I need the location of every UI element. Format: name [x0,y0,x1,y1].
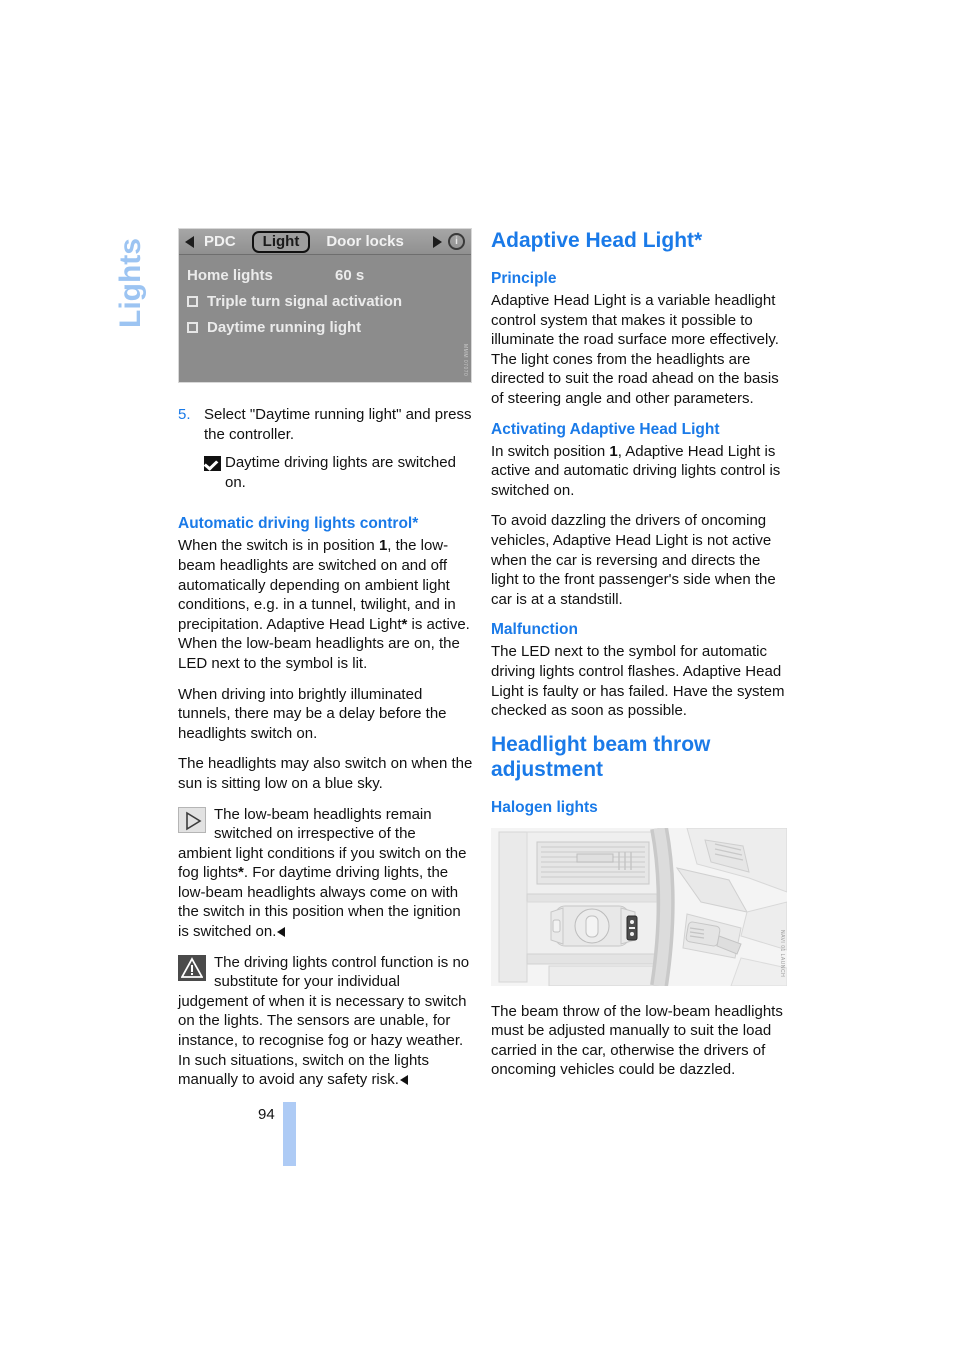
idrive-row-home-lights-value: 60 s [335,266,365,284]
step-result-text: Daytime driving lights are switched on. [225,454,456,491]
idrive-row-triple-turn-signal-label: Triple turn signal activation [207,292,403,310]
page-title-adaptive-head-light: Adaptive Head Light* [491,229,703,252]
beam-title-line1: Headlight beam throw [491,732,711,756]
page-number: 94 [258,1106,275,1123]
paragraph-beam-throw: The beam throw of the low-beam headlight… [491,1002,783,1079]
para-text-a: When the switch is in position [178,537,379,555]
idrive-screen-figure: PDC Light Door locks i Home lights 60 s … [178,228,472,383]
image-credit: MMM 07070 [462,343,468,376]
step-result: Daytime driving lights are switched on. [204,453,473,492]
dashboard-light-switch-illustration: NAVI 01 LAUNCH [491,827,787,986]
paragraph-activating-2: To avoid dazzling the drivers of oncomin… [491,512,776,608]
page-marker-bar [283,1102,296,1166]
idrive-nav-pdc[interactable]: PDC [204,233,236,250]
beam-title-line2: adjustment [491,757,604,781]
idrive-nav-bar: PDC Light Door locks i [179,229,471,255]
idrive-nav-light-selected[interactable]: Light [251,230,311,253]
warning-block: The driving lights control function is n… [178,953,473,1090]
idrive-row-daytime-running-light[interactable]: Daytime running light [187,314,471,340]
manual-page: Lights PDC Light Door locks i Home light… [0,0,954,1351]
heading-halogen-lights: Halogen lights [491,798,598,816]
idrive-menu-list: Home lights 60 s Triple turn signal acti… [179,255,471,340]
chapter-tab-label: Lights [114,238,147,328]
paragraph-principle: Adaptive Head Light is a variable headli… [491,292,779,407]
heading-automatic-driving-lights-control: Automatic driving lights control* [178,515,419,533]
paragraph-activating-1: In switch position 1, Adaptive Head Ligh… [491,442,787,501]
end-marker-icon [277,927,286,938]
idrive-nav-door-locks[interactable]: Door locks [326,233,404,250]
checkbox-icon[interactable] [187,295,198,307]
checkbox-checked-icon [204,456,221,472]
warning-text: The driving lights control function is n… [178,953,470,1089]
info-icon[interactable]: i [448,233,465,250]
chapter-tab: Lights [96,214,166,354]
left-column: PDC Light Door locks i Home lights 60 s … [178,228,473,1101]
warning-triangle-icon [178,954,206,981]
idrive-row-daytime-running-light-label: Daytime running light [207,318,362,336]
right-arrow-icon[interactable] [433,235,442,248]
heading-activating-adaptive-head-light: Activating Adaptive Head Light [491,420,720,438]
note-block: The low-beam headlights remain switched … [178,805,473,942]
checkbox-icon[interactable] [187,321,198,333]
activating-text-a: In switch position [491,442,610,460]
paragraph-malfunction: The LED next to the symbol for automatic… [491,643,785,720]
idrive-row-triple-turn-signal[interactable]: Triple turn signal activation [187,288,471,314]
left-arrow-icon[interactable] [185,235,194,248]
heading-malfunction: Malfunction [491,621,578,639]
paragraph-low-sun: The headlights may also switch on when t… [178,755,473,792]
end-marker-icon [399,1075,408,1086]
switch-position-value: 1 [609,442,618,460]
page-title-headlight-beam-throw: Headlight beam throw adjustment [491,732,787,782]
numbered-step: 5. Select "Daytime running light" and pr… [178,405,473,444]
idrive-row-home-lights[interactable]: Home lights 60 s [187,262,471,288]
image-credit: NAVI 01 LAUNCH [779,930,785,978]
note-triangle-icon [178,806,206,833]
paragraph-automatic-driving-lights: When the switch is in position 1, the lo… [178,536,473,673]
idrive-row-home-lights-label: Home lights [187,266,273,284]
right-column: Adaptive Head Light* Principle Adaptive … [491,228,787,1091]
step-text: Select "Daytime running light" and press… [204,406,472,443]
step-number: 5. [178,406,191,423]
paragraph-tunnel-delay: When driving into brightly illuminated t… [178,685,447,742]
heading-principle: Principle [491,270,557,287]
